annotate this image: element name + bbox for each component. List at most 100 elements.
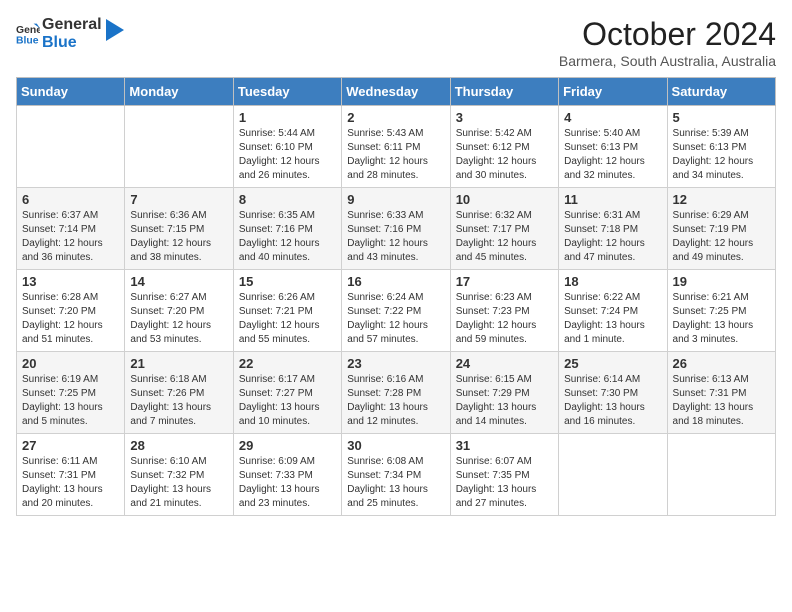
day-info: Sunrise: 6:28 AM Sunset: 7:20 PM Dayligh…: [22, 291, 119, 347]
calendar-cell: 18Sunrise: 6:22 AM Sunset: 7:24 PM Dayli…: [559, 270, 667, 352]
day-number: 2: [347, 110, 444, 125]
calendar-cell: 17 Sunrise: 6:23 AM Sunset: 7:23 PM Dayli…: [450, 270, 558, 352]
calendar-cell: 29Sunrise: 6:09 AM Sunset: 7:33 PM Dayli…: [233, 434, 341, 516]
header-sunday: Sunday: [17, 78, 125, 106]
day-number: 23: [347, 356, 444, 371]
day-info: Sunrise: 6:13 AM Sunset: 7:31 PM Dayligh…: [673, 373, 770, 429]
calendar-week-row: 6 Sunrise: 6:37 AM Sunset: 7:14 PM Daylig…: [17, 188, 776, 270]
header-monday: Monday: [125, 78, 233, 106]
day-number: 6: [22, 192, 119, 207]
calendar-cell: [667, 434, 775, 516]
day-number: 12: [673, 192, 770, 207]
day-info: Sunrise: 6:10 AM Sunset: 7:32 PM Dayligh…: [130, 455, 227, 511]
day-info: Sunrise: 6:08 AM Sunset: 7:34 PM Dayligh…: [347, 455, 444, 511]
svg-text:General: General: [16, 26, 40, 37]
day-info: Sunrise: 6:15 AM Sunset: 7:29 PM Dayligh…: [456, 373, 553, 429]
calendar-cell: 12 Sunrise: 6:29 AM Sunset: 7:19 PM Dayli…: [667, 188, 775, 270]
day-info: Sunrise: 6:31 AM Sunset: 7:18 PM Dayligh…: [564, 209, 661, 265]
day-info: Sunrise: 6:09 AM Sunset: 7:33 PM Dayligh…: [239, 455, 336, 511]
calendar-cell: 25Sunrise: 6:14 AM Sunset: 7:30 PM Dayli…: [559, 352, 667, 434]
day-info: Sunrise: 6:32 AM Sunset: 7:17 PM Dayligh…: [456, 209, 553, 265]
day-info: Sunrise: 6:29 AM Sunset: 7:19 PM Dayligh…: [673, 209, 770, 265]
day-info: Sunrise: 6:18 AM Sunset: 7:26 PM Dayligh…: [130, 373, 227, 429]
month-title: October 2024: [559, 16, 776, 53]
day-number: 21: [130, 356, 227, 371]
day-info: Sunrise: 6:17 AM Sunset: 7:27 PM Dayligh…: [239, 373, 336, 429]
day-info: Sunrise: 6:26 AM Sunset: 7:21 PM Dayligh…: [239, 291, 336, 347]
day-number: 15: [239, 274, 336, 289]
day-number: 25: [564, 356, 661, 371]
header-thursday: Thursday: [450, 78, 558, 106]
logo-icon: General Blue: [16, 22, 40, 46]
logo-blue: Blue: [42, 34, 102, 52]
calendar-cell: 23 Sunrise: 6:16 AM Sunset: 7:28 PM Dayli…: [342, 352, 450, 434]
calendar-cell: 10 Sunrise: 6:32 AM Sunset: 7:17 PM Dayli…: [450, 188, 558, 270]
calendar-cell: 11 Sunrise: 6:31 AM Sunset: 7:18 PM Dayli…: [559, 188, 667, 270]
day-number: 11: [564, 192, 661, 207]
calendar-cell: 3 Sunrise: 5:42 AM Sunset: 6:12 PM Daylig…: [450, 106, 558, 188]
header-saturday: Saturday: [667, 78, 775, 106]
logo-general: General: [42, 16, 102, 34]
day-info: Sunrise: 5:43 AM Sunset: 6:11 PM Dayligh…: [347, 127, 444, 183]
calendar-cell: 7 Sunrise: 6:36 AM Sunset: 7:15 PM Daylig…: [125, 188, 233, 270]
day-info: Sunrise: 6:37 AM Sunset: 7:14 PM Dayligh…: [22, 209, 119, 265]
day-number: 19: [673, 274, 770, 289]
day-number: 7: [130, 192, 227, 207]
day-info: Sunrise: 6:19 AM Sunset: 7:25 PM Dayligh…: [22, 373, 119, 429]
calendar-cell: 13 Sunrise: 6:28 AM Sunset: 7:20 PM Dayli…: [17, 270, 125, 352]
title-block: October 2024 Barmera, South Australia, A…: [559, 16, 776, 69]
svg-text:Blue: Blue: [16, 36, 39, 46]
day-info: Sunrise: 5:44 AM Sunset: 6:10 PM Dayligh…: [239, 127, 336, 183]
calendar-cell: 21 Sunrise: 6:18 AM Sunset: 7:26 PM Dayli…: [125, 352, 233, 434]
calendar-cell: 15 Sunrise: 6:26 AM Sunset: 7:21 PM Dayli…: [233, 270, 341, 352]
day-number: 9: [347, 192, 444, 207]
day-info: Sunrise: 5:40 AM Sunset: 6:13 PM Dayligh…: [564, 127, 661, 183]
day-number: 10: [456, 192, 553, 207]
day-info: Sunrise: 6:23 AM Sunset: 7:23 PM Dayligh…: [456, 291, 553, 347]
day-number: 30: [347, 438, 444, 453]
calendar-cell: 28 Sunrise: 6:10 AM Sunset: 7:32 PM Dayli…: [125, 434, 233, 516]
calendar-table: SundayMondayTuesdayWednesdayThursdayFrid…: [16, 77, 776, 516]
calendar-cell: 1 Sunrise: 5:44 AM Sunset: 6:10 PM Daylig…: [233, 106, 341, 188]
day-number: 13: [22, 274, 119, 289]
day-info: Sunrise: 6:24 AM Sunset: 7:22 PM Dayligh…: [347, 291, 444, 347]
logo-arrow-icon: [106, 19, 124, 41]
day-number: 24: [456, 356, 553, 371]
calendar-cell: 9Sunrise: 6:33 AM Sunset: 7:16 PM Daylig…: [342, 188, 450, 270]
calendar-cell: 6 Sunrise: 6:37 AM Sunset: 7:14 PM Daylig…: [17, 188, 125, 270]
day-info: Sunrise: 5:42 AM Sunset: 6:12 PM Dayligh…: [456, 127, 553, 183]
calendar-week-row: 13 Sunrise: 6:28 AM Sunset: 7:20 PM Dayli…: [17, 270, 776, 352]
day-info: Sunrise: 6:07 AM Sunset: 7:35 PM Dayligh…: [456, 455, 553, 511]
calendar-cell: 4 Sunrise: 5:40 AM Sunset: 6:13 PM Daylig…: [559, 106, 667, 188]
calendar-cell: 30 Sunrise: 6:08 AM Sunset: 7:34 PM Dayli…: [342, 434, 450, 516]
day-number: 16: [347, 274, 444, 289]
day-number: 26: [673, 356, 770, 371]
calendar-week-row: 1 Sunrise: 5:44 AM Sunset: 6:10 PM Daylig…: [17, 106, 776, 188]
day-info: Sunrise: 5:39 AM Sunset: 6:13 PM Dayligh…: [673, 127, 770, 183]
day-number: 5: [673, 110, 770, 125]
calendar-cell: 14 Sunrise: 6:27 AM Sunset: 7:20 PM Dayli…: [125, 270, 233, 352]
day-number: 1: [239, 110, 336, 125]
day-number: 4: [564, 110, 661, 125]
day-number: 3: [456, 110, 553, 125]
day-number: 27: [22, 438, 119, 453]
page-header: General Blue General Blue October 2024 B…: [16, 16, 776, 69]
day-number: 17: [456, 274, 553, 289]
calendar-cell: 5 Sunrise: 5:39 AM Sunset: 6:13 PM Daylig…: [667, 106, 775, 188]
day-info: Sunrise: 6:16 AM Sunset: 7:28 PM Dayligh…: [347, 373, 444, 429]
day-number: 20: [22, 356, 119, 371]
day-number: 31: [456, 438, 553, 453]
day-info: Sunrise: 6:27 AM Sunset: 7:20 PM Dayligh…: [130, 291, 227, 347]
day-number: 14: [130, 274, 227, 289]
calendar-cell: 31 Sunrise: 6:07 AM Sunset: 7:35 PM Dayli…: [450, 434, 558, 516]
header-tuesday: Tuesday: [233, 78, 341, 106]
calendar-cell: [559, 434, 667, 516]
calendar-cell: 26 Sunrise: 6:13 AM Sunset: 7:31 PM Dayli…: [667, 352, 775, 434]
logo: General Blue General Blue: [16, 16, 124, 53]
day-number: 28: [130, 438, 227, 453]
calendar-cell: 8Sunrise: 6:35 AM Sunset: 7:16 PM Daylig…: [233, 188, 341, 270]
calendar-week-row: 27Sunrise: 6:11 AM Sunset: 7:31 PM Dayli…: [17, 434, 776, 516]
header-wednesday: Wednesday: [342, 78, 450, 106]
calendar-cell: 20 Sunrise: 6:19 AM Sunset: 7:25 PM Dayli…: [17, 352, 125, 434]
day-info: Sunrise: 6:36 AM Sunset: 7:15 PM Dayligh…: [130, 209, 227, 265]
